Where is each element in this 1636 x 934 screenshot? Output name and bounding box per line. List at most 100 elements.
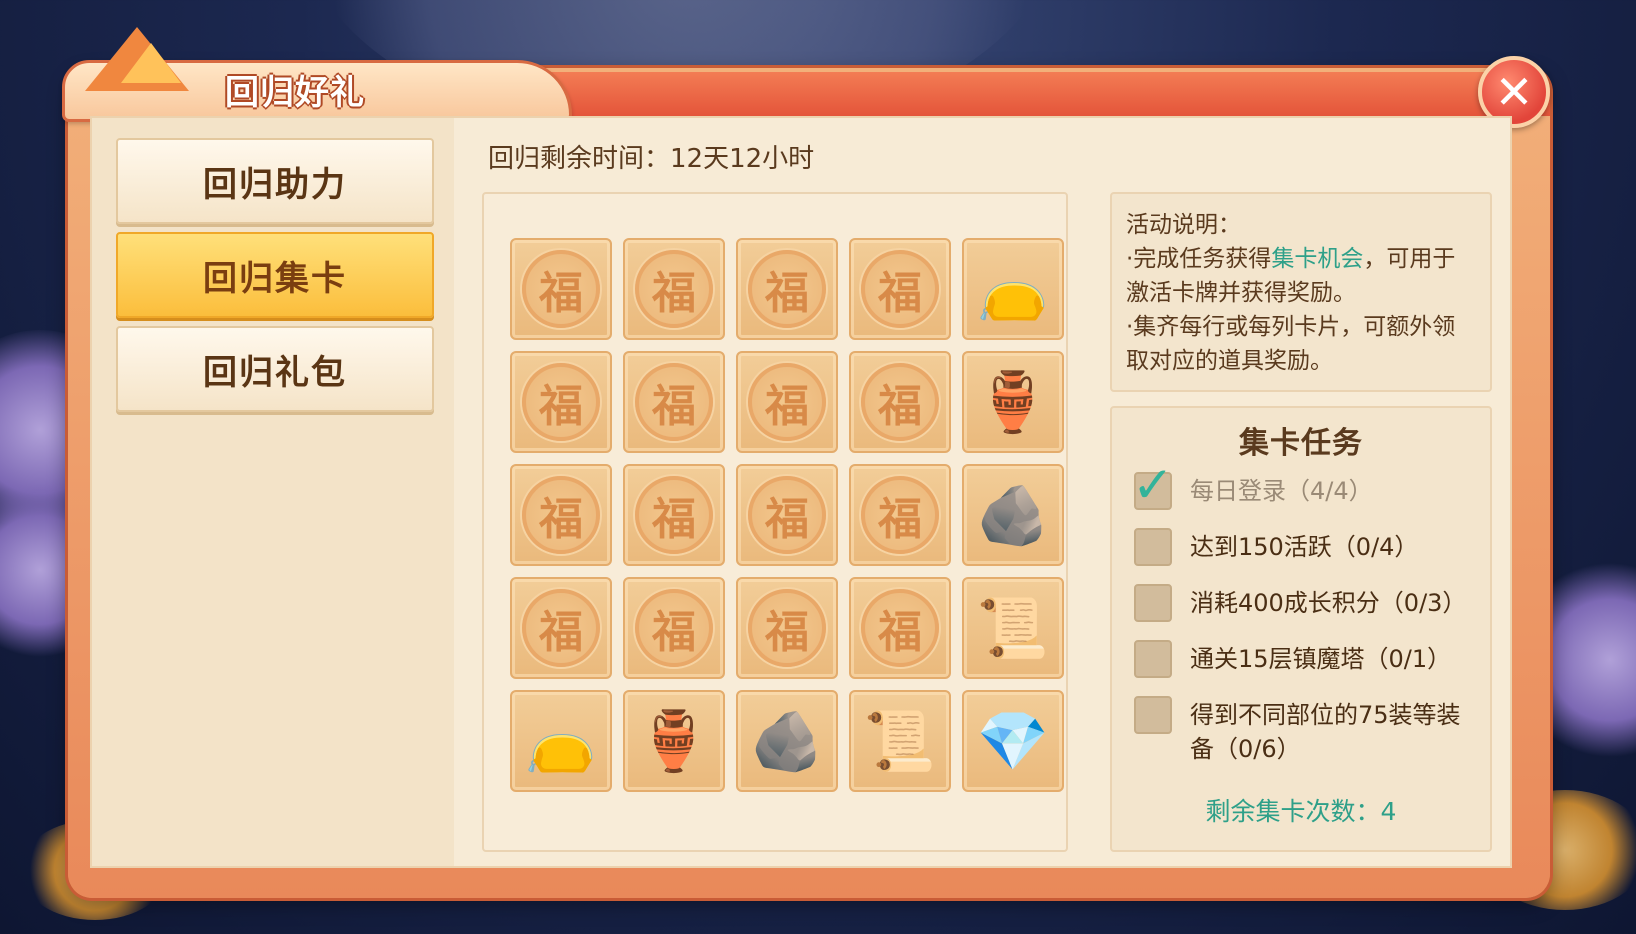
card-slot[interactable]: 福 <box>736 351 838 453</box>
fu-card-icon: 福 <box>522 476 600 554</box>
card-slot[interactable]: 🪨 <box>736 690 838 792</box>
task-label: 达到150活跃（0/4） <box>1190 533 1419 561</box>
remaining-time: 回归剩余时间：12天12小时 <box>488 144 815 174</box>
card-slot[interactable]: 🏺 <box>962 351 1064 453</box>
card-slot[interactable]: 🪨 <box>962 464 1064 566</box>
stone-icon: 🪨 <box>976 481 1050 549</box>
card-slot[interactable]: 福 <box>849 351 951 453</box>
card-slot[interactable]: 福 <box>623 351 725 453</box>
card-slot[interactable]: 💎 <box>962 690 1064 792</box>
task-item[interactable]: 达到150活跃（0/4） <box>1134 528 1474 566</box>
checkmark-icon: ✓ <box>1132 456 1174 514</box>
fu-char: 福 <box>652 607 696 658</box>
close-icon: ✕ <box>1494 65 1534 119</box>
description-text: ·完成任务获得 <box>1126 246 1272 272</box>
sidebar-item-label: 回归礼包 <box>203 352 347 393</box>
remaining-card-count: 剩余集卡次数：4 <box>1205 797 1397 826</box>
card-slot[interactable]: 👝 <box>962 238 1064 340</box>
fu-char: 福 <box>878 381 922 432</box>
fu-card-icon: 福 <box>861 250 939 328</box>
sidebar-item-return-assist[interactable]: 回归助力 <box>116 138 434 224</box>
orange-pot-icon: 🏺 <box>637 707 711 775</box>
fu-char: 福 <box>878 494 922 545</box>
card-slot[interactable]: 福 <box>510 577 612 679</box>
dialog-title: 回归好礼 <box>225 73 365 113</box>
task-label: 每日登录（4/4） <box>1190 477 1373 505</box>
description-line-1: ·完成任务获得集卡机会，可用于激活卡牌并获得奖励。 <box>1126 242 1476 310</box>
fu-card-icon: 福 <box>635 476 713 554</box>
task-item[interactable]: 消耗400成长积分（0/3） <box>1134 584 1474 622</box>
fu-char: 福 <box>765 607 809 658</box>
fu-card-icon: 福 <box>522 589 600 667</box>
card-slot[interactable]: 福 <box>849 238 951 340</box>
fu-card-icon: 福 <box>748 476 826 554</box>
fu-card-icon: 福 <box>748 250 826 328</box>
card-slot[interactable]: 福 <box>623 577 725 679</box>
fu-card-icon: 福 <box>522 250 600 328</box>
fu-char: 福 <box>765 381 809 432</box>
task-item[interactable]: 通关15层镇魔塔（0/1） <box>1134 640 1474 678</box>
content-area: 回归助力 回归集卡 回归礼包 回归剩余时间：12天12小时 福福福福 👝 福福福福 🏺… <box>90 116 1512 868</box>
card-board: 福福福福 👝 福福福福 🏺 福福福福 🪨 福福福福 📜 👝 🏺 🪨 📜 💎 <box>482 192 1068 852</box>
card-grid: 福福福福 👝 福福福福 🏺 福福福福 🪨 福福福福 📜 👝 🏺 🪨 📜 💎 <box>510 238 1064 792</box>
sidebar-item-return-gift-pack[interactable]: 回归礼包 <box>116 326 434 412</box>
card-slot[interactable]: 福 <box>849 577 951 679</box>
fu-char: 福 <box>539 381 583 432</box>
task-item[interactable]: 得到不同部位的75装等装备（0/6） <box>1134 696 1474 766</box>
crystal-icon: 💎 <box>976 707 1050 775</box>
fu-card-icon: 福 <box>861 476 939 554</box>
fu-char: 福 <box>878 268 922 319</box>
blue-bag-icon: 👝 <box>524 707 598 775</box>
card-slot[interactable]: 福 <box>736 238 838 340</box>
fu-card-icon: 福 <box>748 363 826 441</box>
description-line-2: ·集齐每行或每列卡片，可额外领取对应的道具奖励。 <box>1126 314 1456 374</box>
fu-char: 福 <box>878 607 922 658</box>
card-slot[interactable]: 福 <box>849 464 951 566</box>
card-slot[interactable]: 福 <box>510 238 612 340</box>
orange-pot-icon: 🏺 <box>976 368 1050 436</box>
card-slot[interactable]: 福 <box>736 464 838 566</box>
scroll-icon: 📜 <box>863 707 937 775</box>
card-slot[interactable]: 🏺 <box>623 690 725 792</box>
blue-bag-icon: 👝 <box>976 255 1050 323</box>
card-slot[interactable]: 福 <box>623 464 725 566</box>
task-panel: 集卡任务 ✓ 每日登录（4/4） 达到150活跃（0/4） 消耗400成长积分（… <box>1110 406 1492 852</box>
dialog-panel: 回归好礼 ✕ 回归助力 回归集卡 回归礼包 回归剩余时间：12天12小时 福福福… <box>62 27 1550 898</box>
task-label: 通关15层镇魔塔（0/1） <box>1190 645 1452 673</box>
activity-description: 活动说明： ·完成任务获得集卡机会，可用于激活卡牌并获得奖励。 ·集齐每行或每列… <box>1110 192 1492 392</box>
sidebar-item-return-cards[interactable]: 回归集卡 <box>116 232 434 318</box>
task-checkbox[interactable]: ✓ <box>1132 460 1174 510</box>
card-slot[interactable]: 福 <box>510 464 612 566</box>
fu-char: 福 <box>539 268 583 319</box>
card-slot[interactable]: 👝 <box>510 690 612 792</box>
fu-char: 福 <box>539 494 583 545</box>
sidebar: 回归助力 回归集卡 回归礼包 <box>92 118 454 866</box>
description-highlight: 集卡机会 <box>1271 246 1364 272</box>
task-item[interactable]: ✓ 每日登录（4/4） <box>1132 460 1474 510</box>
fu-card-icon: 福 <box>635 363 713 441</box>
fu-card-icon: 福 <box>748 589 826 667</box>
mountain-icon <box>121 43 181 83</box>
card-slot[interactable]: 📜 <box>849 690 951 792</box>
fu-card-icon: 福 <box>861 363 939 441</box>
card-slot[interactable]: 福 <box>510 351 612 453</box>
fu-card-icon: 福 <box>635 589 713 667</box>
fu-card-icon: 福 <box>522 363 600 441</box>
card-slot[interactable]: 📜 <box>962 577 1064 679</box>
task-checkbox[interactable] <box>1134 528 1172 566</box>
task-checkbox[interactable] <box>1134 584 1172 622</box>
fu-char: 福 <box>652 268 696 319</box>
card-slot[interactable]: 福 <box>736 577 838 679</box>
task-checkbox[interactable] <box>1134 696 1172 734</box>
fu-char: 福 <box>652 494 696 545</box>
scroll-icon: 📜 <box>976 594 1050 662</box>
fu-char: 福 <box>765 494 809 545</box>
card-slot[interactable]: 福 <box>623 238 725 340</box>
fu-char: 福 <box>539 607 583 658</box>
task-checkbox[interactable] <box>1134 640 1172 678</box>
fu-card-icon: 福 <box>635 250 713 328</box>
fu-char: 福 <box>765 268 809 319</box>
title-tab: 回归好礼 <box>62 27 572 122</box>
sidebar-item-label: 回归集卡 <box>203 258 347 299</box>
task-label: 得到不同部位的75装等装备（0/6） <box>1190 701 1461 763</box>
